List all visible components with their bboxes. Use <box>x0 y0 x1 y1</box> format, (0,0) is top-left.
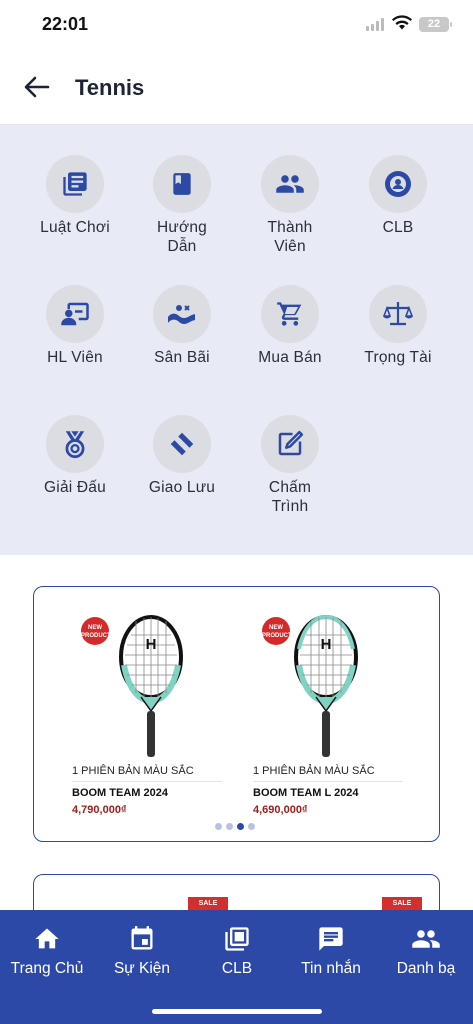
product-price: 4,790,000₫ <box>72 804 127 816</box>
home-icon <box>35 928 59 949</box>
category-label: Giải Đấu <box>44 479 106 496</box>
svg-text:H: H <box>321 636 332 653</box>
tab-danh-ba[interactable]: Danh bạ <box>379 924 473 978</box>
carousel-dot[interactable] <box>226 823 233 830</box>
tennis-racket-image: H <box>119 615 183 757</box>
category-label: Mua Bán <box>258 349 322 366</box>
category-hl-vien[interactable]: HL Viên <box>25 285 125 367</box>
home-indicator[interactable] <box>152 1009 322 1014</box>
carousel-indicator[interactable] <box>215 823 255 830</box>
product-card[interactable]: NEW PRODUCTS H 1 PHIÊN BẢN MÀU SẮC BOOM … <box>72 587 252 827</box>
category-thanh-vien[interactable]: Thành Viên <box>240 155 340 256</box>
guide-book-icon <box>153 155 211 213</box>
carousel-dot-active[interactable] <box>237 823 244 830</box>
tab-label: CLB <box>221 960 253 977</box>
carousel-dot[interactable] <box>215 823 222 830</box>
divider <box>253 781 403 782</box>
svg-text:H: H <box>146 636 157 653</box>
category-label: Giao Lưu <box>148 479 216 496</box>
category-cham-trinh[interactable]: Chấm Trình <box>240 415 340 516</box>
scale-icon <box>369 285 427 343</box>
tab-label: Trang Chủ <box>10 960 84 977</box>
new-product-badge: NEW PRODUCTS <box>81 617 115 645</box>
back-arrow-icon[interactable] <box>22 74 52 100</box>
divider <box>72 781 222 782</box>
message-icon <box>319 927 343 951</box>
page-title: Tennis <box>75 75 145 100</box>
product-name: BOOM TEAM L 2024 <box>253 787 359 799</box>
tab-su-kien[interactable]: Sự Kiện <box>95 924 189 978</box>
handshake-icon <box>153 415 211 473</box>
category-label: Trọng Tài <box>364 349 432 366</box>
category-huong-dan[interactable]: Hướng Dẫn <box>132 155 232 256</box>
signal-icon <box>366 18 384 31</box>
category-label: Luật Chơi <box>40 219 110 236</box>
category-label: Hướng Dẫn <box>157 219 207 255</box>
status-bar: 22:01 22 <box>0 0 473 50</box>
library-icon <box>225 927 249 951</box>
new-product-badge: NEW PRODUCTS <box>262 617 296 645</box>
sale-badge: SALE <box>188 897 228 911</box>
carousel-dot[interactable] <box>248 823 255 830</box>
club-icon <box>369 155 427 213</box>
tab-trang-chu[interactable]: Trang Chủ <box>0 924 94 978</box>
medal-icon <box>46 415 104 473</box>
tab-label: Sự Kiện <box>113 960 171 977</box>
contacts-icon <box>412 930 440 948</box>
category-label: Sân Bãi <box>154 349 210 366</box>
members-icon <box>261 155 319 213</box>
product-name: BOOM TEAM 2024 <box>72 787 168 799</box>
tab-tin-nhan[interactable]: Tin nhắn <box>284 924 378 978</box>
category-mua-ban[interactable]: Mua Bán <box>240 285 340 367</box>
coach-icon <box>46 285 104 343</box>
category-luat-choi[interactable]: Luật Chơi <box>25 155 125 237</box>
rules-book-icon <box>46 155 104 213</box>
category-giai-dau[interactable]: Giải Đấu <box>25 415 125 497</box>
bottom-nav: Trang Chủ Sự Kiện CLB Tin nhắn Danh bạ <box>0 910 473 1024</box>
category-label: CLB <box>382 219 414 236</box>
tab-label: Danh bạ <box>396 960 456 977</box>
tab-label: Tin nhắn <box>301 960 361 977</box>
sale-badge: SALE <box>382 897 422 911</box>
edit-icon <box>261 415 319 473</box>
product-price: 4,690,000₫ <box>253 804 308 816</box>
category-clb[interactable]: CLB <box>348 155 448 237</box>
cart-icon <box>261 285 319 343</box>
tab-clb[interactable]: CLB <box>190 924 284 978</box>
battery-icon: 22 <box>419 17 452 32</box>
product-carousel[interactable]: NEW PRODUCTS H 1 PHIÊN BẢN MÀU SẮC BOOM … <box>33 586 440 842</box>
product-card[interactable]: NEW PRODUCTS H 1 PHIÊN BẢN MÀU SẮC BOOM … <box>253 587 433 827</box>
product-caption: 1 PHIÊN BẢN MÀU SẮC <box>253 765 375 777</box>
app-header: Tennis <box>0 50 473 125</box>
category-label: Chấm Trình <box>268 479 312 515</box>
category-label: HL Viên <box>47 349 103 366</box>
status-time: 22:01 <box>42 14 89 34</box>
calendar-icon <box>131 926 153 950</box>
category-grid: Luật Chơi Hướng Dẫn Thành Viên CLB HL Vi… <box>0 125 473 555</box>
category-giao-luu[interactable]: Giao Lưu <box>132 415 232 497</box>
tennis-racket-image: H <box>294 615 358 757</box>
category-trong-tai[interactable]: Trọng Tài <box>348 285 448 367</box>
wifi-icon <box>392 15 412 30</box>
court-icon <box>153 285 211 343</box>
category-label: Thành Viên <box>267 219 313 255</box>
category-san-bai[interactable]: Sân Bãi <box>132 285 232 367</box>
product-caption: 1 PHIÊN BẢN MÀU SẮC <box>72 765 194 777</box>
